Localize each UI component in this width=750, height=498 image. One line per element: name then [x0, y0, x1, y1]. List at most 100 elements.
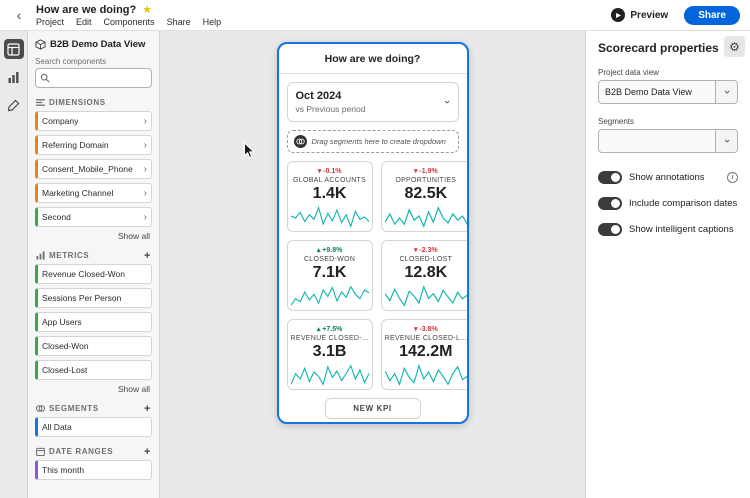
menu-edit[interactable]: Edit	[76, 17, 92, 27]
visualizations-panel-icon[interactable]	[4, 67, 24, 87]
metric-item[interactable]: Closed-Lost	[35, 360, 152, 380]
metric-item[interactable]: Sessions Per Person	[35, 288, 152, 308]
menu-bar: Project Edit Components Share Help	[36, 17, 221, 27]
toggle-label: Show annotations	[629, 172, 705, 183]
kpi-sparkline	[384, 364, 467, 386]
dimension-item[interactable]: Second ›	[35, 207, 152, 227]
kpi-tile-closed-lost[interactable]: ▾ -2.3% CLOSED-LOST 12.8K	[380, 240, 467, 311]
project-data-view-label: Project data view	[598, 68, 659, 77]
segment-item[interactable]: All Data	[35, 417, 152, 437]
dimension-label: Marketing Channel	[42, 188, 114, 198]
date-range-item[interactable]: This month	[35, 460, 152, 480]
dimension-item[interactable]: Marketing Channel ›	[35, 183, 152, 203]
toggle-label: Include comparison dates	[629, 198, 738, 209]
segments-select-value	[599, 130, 715, 152]
metric-label: App Users	[42, 317, 82, 327]
search-input[interactable]	[53, 73, 143, 83]
styling-panel-icon[interactable]	[4, 95, 24, 115]
metric-item[interactable]: App Users	[35, 312, 152, 332]
chevron-down-icon[interactable]: ›	[441, 100, 453, 104]
kpi-tile-closed-won[interactable]: ▴ +9.8% CLOSED-WON 7.1K	[286, 240, 373, 311]
search-components-label: Search components	[35, 57, 107, 66]
kpi-tile-global-accounts[interactable]: ▾ -0.1% GLOBAL ACCOUNTS 1.4K	[286, 161, 373, 232]
settings-gear-icon[interactable]: ⚙	[724, 36, 745, 57]
chevron-right-icon[interactable]: ›	[144, 116, 147, 127]
segment-dropzone[interactable]: Drag segments here to create dropdown	[286, 130, 459, 153]
dimensions-title: Dimensions	[49, 98, 106, 107]
date-range-value: Oct 2024	[295, 90, 342, 102]
metric-label: Closed-Lost	[42, 365, 88, 375]
toggle-group: Show annotations i Include comparison da…	[598, 171, 738, 236]
metric-label: Revenue Closed-Won	[42, 269, 125, 279]
add-metric-button[interactable]: +	[144, 250, 151, 261]
components-panel-icon[interactable]	[3, 39, 24, 59]
dimension-label: Consent_Mobile_Phone	[42, 164, 133, 174]
add-date-range-button[interactable]: +	[144, 446, 151, 457]
select-chevron-button[interactable]: ›	[715, 81, 737, 103]
dimension-item[interactable]: Referring Domain ›	[35, 135, 152, 155]
date-range-picker[interactable]: Oct 2024 vs Previous period ›	[286, 82, 459, 122]
include-comparison-dates-toggle[interactable]	[598, 197, 622, 210]
search-icon	[40, 73, 50, 83]
metrics-header: Metrics +	[36, 250, 151, 261]
top-bar: ‹ How are we doing? ★ Project Edit Compo…	[0, 0, 750, 31]
data-view-selector[interactable]: B2B Demo Data View	[35, 39, 152, 50]
kpi-value: 82.5K	[404, 185, 448, 202]
preview-button[interactable]: ▶ Preview	[603, 5, 676, 25]
kpi-sparkline	[290, 364, 369, 386]
data-view-cube-icon	[35, 39, 46, 50]
menu-help[interactable]: Help	[203, 17, 222, 27]
chevron-right-icon[interactable]: ›	[144, 212, 147, 223]
metric-item[interactable]: Closed-Won	[35, 336, 152, 356]
dropzone-hint: Drag segments here to create dropdown	[311, 137, 446, 146]
dimension-item[interactable]: Company ›	[35, 111, 152, 131]
properties-heading: Scorecard properties	[598, 41, 719, 55]
kpi-tile-opportunities[interactable]: ▾ -1.9% OPPORTUNITIES 82.5K	[380, 161, 467, 232]
kpi-label: CLOSED-LOST	[399, 256, 453, 263]
chevron-right-icon[interactable]: ›	[144, 164, 147, 175]
show-annotations-toggle[interactable]	[598, 171, 622, 184]
segments-title: Segments	[49, 404, 99, 413]
segments-header: Segments +	[36, 403, 151, 414]
chevron-right-icon[interactable]: ›	[144, 140, 147, 151]
kpi-tile-revenue-closed-lost[interactable]: ▾ -3.8% REVENUE CLOSED-L... 142.2M	[380, 319, 467, 390]
menu-share[interactable]: Share	[167, 17, 191, 27]
dimension-item[interactable]: Consent_Mobile_Phone ›	[35, 159, 152, 179]
segments-icon	[36, 405, 45, 412]
dimensions-header: Dimensions	[36, 98, 151, 107]
kpi-grid: ▾ -0.1% GLOBAL ACCOUNTS 1.4K ▾ -1.9% OPP…	[286, 161, 467, 390]
show-intelligent-captions-toggle[interactable]	[598, 223, 622, 236]
metric-item[interactable]: Revenue Closed-Won	[35, 264, 152, 284]
search-box[interactable]	[35, 68, 152, 88]
kpi-sparkline	[384, 285, 467, 307]
kpi-tile-revenue-closed-won[interactable]: ▴ +7.5% REVENUE CLOSED-... 3.1B	[286, 319, 373, 390]
chevron-right-icon[interactable]: ›	[144, 188, 147, 199]
kpi-label: REVENUE CLOSED-L...	[384, 335, 467, 342]
select-chevron-button[interactable]: ›	[715, 130, 737, 152]
share-button[interactable]: Share	[684, 5, 740, 25]
canvas: How are we doing? Oct 2024 vs Previous p…	[160, 31, 585, 498]
components-sidebar: B2B Demo Data View Search components Dim…	[28, 31, 160, 498]
dimensions-icon	[36, 99, 45, 106]
scorecard-builder-app: ‹ How are we doing? ★ Project Edit Compo…	[0, 0, 750, 498]
chevron-down-icon: ›	[720, 90, 733, 94]
dimensions-show-all[interactable]: Show all	[37, 231, 150, 241]
metrics-show-all[interactable]: Show all	[37, 384, 150, 394]
menu-project[interactable]: Project	[36, 17, 64, 27]
dimension-label: Company	[42, 116, 79, 126]
favorite-star-icon[interactable]: ★	[142, 3, 152, 16]
kpi-label: CLOSED-WON	[303, 256, 356, 263]
info-icon[interactable]: i	[727, 172, 738, 183]
scorecard-phone-preview[interactable]: How are we doing? Oct 2024 vs Previous p…	[276, 42, 469, 424]
menu-components[interactable]: Components	[104, 17, 155, 27]
kpi-value: 12.8K	[404, 264, 448, 281]
scorecard-title[interactable]: How are we doing?	[278, 44, 467, 74]
kpi-delta: ▾ -0.1%	[317, 168, 342, 175]
project-data-view-select[interactable]: B2B Demo Data View ›	[598, 80, 738, 104]
add-segment-button[interactable]: +	[144, 403, 151, 414]
back-button[interactable]: ‹	[10, 6, 28, 24]
date-ranges-header: Date Ranges +	[36, 446, 151, 457]
metrics-title: Metrics	[49, 251, 90, 260]
new-kpi-button[interactable]: NEW KPI	[324, 398, 421, 419]
segments-select[interactable]: ›	[598, 129, 738, 153]
